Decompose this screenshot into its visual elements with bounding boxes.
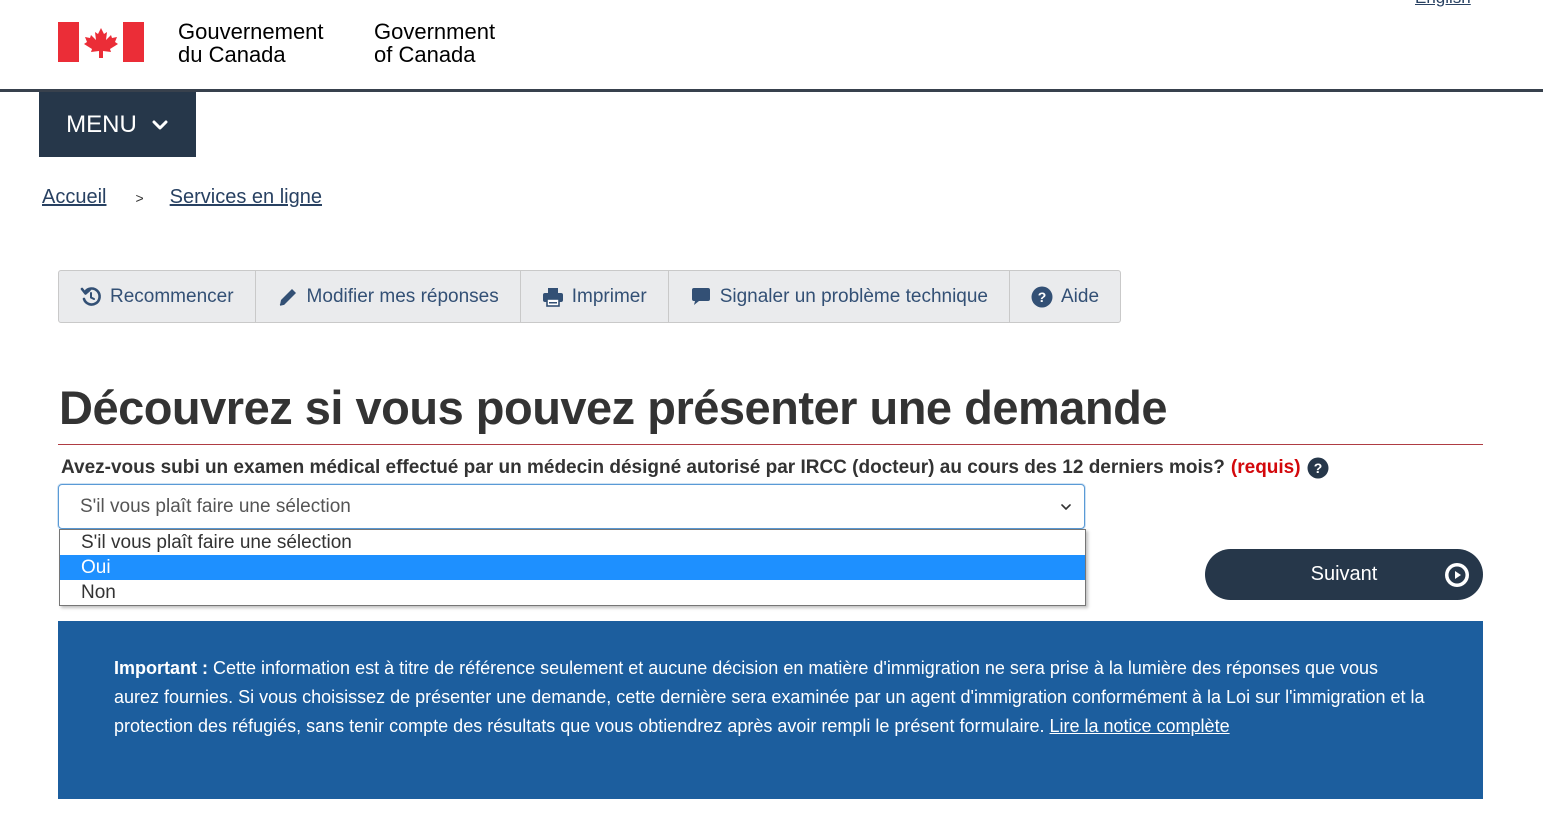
breadcrumb-online-services-link[interactable]: Services en ligne [170,186,322,209]
menu-label: MENU [66,110,137,138]
medical-exam-select[interactable]: S'il vous plaît faire une sélection [58,484,1085,529]
restart-icon [80,286,101,306]
edit-answers-button[interactable]: Modifier mes réponses [256,271,521,322]
help-button[interactable]: ? Aide [1010,271,1120,322]
svg-text:?: ? [1313,460,1322,476]
select-dropdown-list: S'il vous plaît faire une sélection Oui … [59,529,1086,606]
menu-button[interactable]: MENU [39,92,196,157]
select-option-non[interactable]: Non [60,580,1085,605]
report-problem-label: Signaler un problème technique [719,285,988,307]
signature-en-line1: Government [374,19,496,44]
signature-english: Government of Canada [374,20,495,66]
breadcrumb: Accueil > Services en ligne [42,186,322,209]
signature-en-line2: of Canada [374,42,476,67]
page-title: Découvrez si vous pouvez présenter une d… [59,381,1167,434]
signature-fr-line1: Gouvernement [178,19,324,44]
play-circle-icon [1445,563,1469,587]
svg-text:?: ? [1038,289,1047,305]
help-label: Aide [1061,285,1100,307]
language-toggle-link[interactable]: English [1415,0,1471,8]
restart-label: Recommencer [110,285,234,307]
header-divider [0,89,1543,92]
edit-answers-label: Modifier mes réponses [306,285,499,307]
next-button[interactable]: Suivant [1205,549,1483,600]
select-option-oui[interactable]: Oui [60,555,1085,580]
printer-icon [542,287,563,307]
chevron-down-icon [1061,503,1071,510]
signature-french: Gouvernement du Canada [178,20,324,66]
chevron-down-icon [152,120,168,129]
comment-icon [691,287,710,305]
signature-fr-line2: du Canada [178,42,286,67]
required-indicator: (requis) [1230,457,1301,478]
select-current-value: S'il vous plaît faire une sélection [80,495,351,517]
help-icon[interactable]: ? [1307,457,1329,479]
full-notice-link[interactable]: Lire la notice complète [1049,716,1229,736]
question-label: Avez-vous subi un examen médical effectu… [61,457,1329,479]
breadcrumb-home-link[interactable]: Accueil [42,186,106,209]
restart-button[interactable]: Recommencer [59,271,256,322]
next-button-label: Suivant [1310,563,1378,585]
title-underline [58,444,1483,445]
notice-lead: Important : [114,658,208,678]
canada-flag-icon [58,22,144,62]
breadcrumb-separator: > [135,189,144,206]
select-option-placeholder[interactable]: S'il vous plaît faire une sélection [60,530,1085,555]
print-button[interactable]: Imprimer [521,271,669,322]
pencil-icon [279,288,296,306]
print-label: Imprimer [571,285,647,307]
report-problem-button[interactable]: Signaler un problème technique [669,271,1010,322]
important-notice: Important : Cette information est à titr… [58,621,1483,799]
help-icon: ? [1031,286,1053,307]
question-text: Avez-vous subi un examen médical effectu… [61,457,1225,478]
action-toolbar: Recommencer Modifier mes réponses Imprim… [58,270,1122,323]
